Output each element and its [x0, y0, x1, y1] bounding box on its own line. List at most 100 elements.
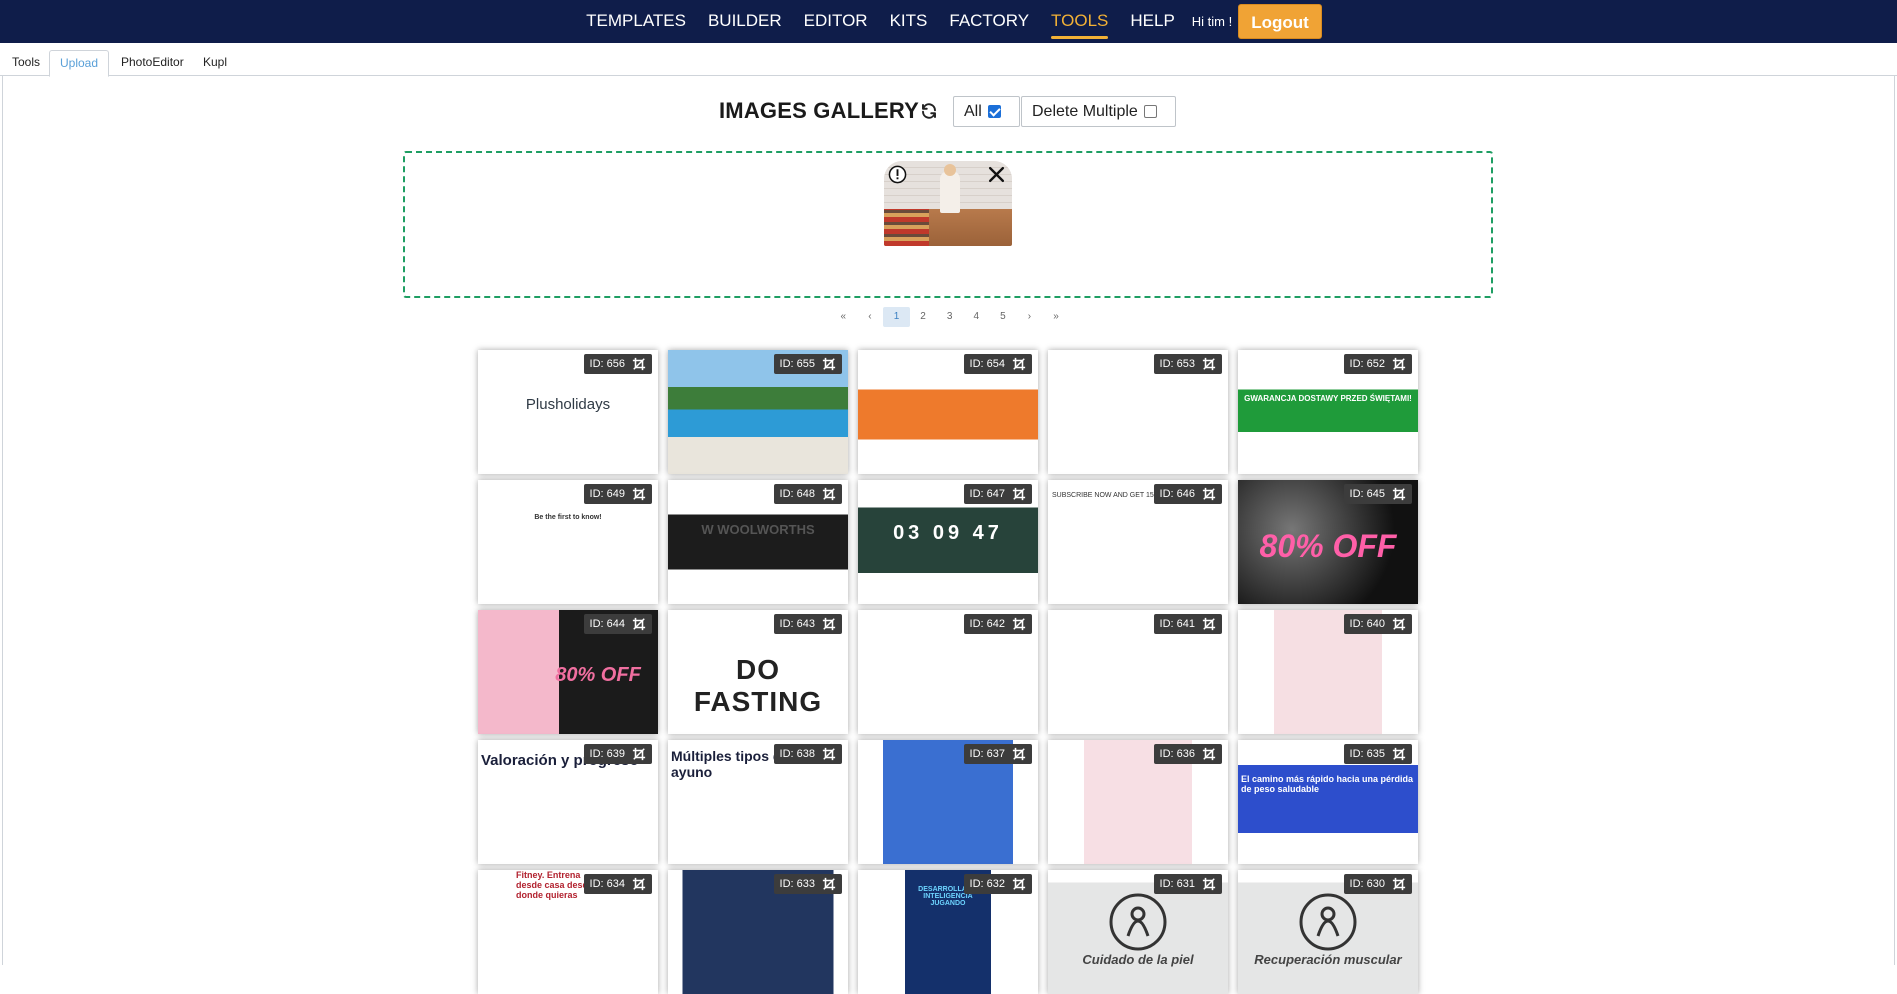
- crop-icon[interactable]: [1392, 877, 1406, 891]
- gallery-tile[interactable]: DO FASTING ID: 643: [668, 610, 848, 734]
- page-next[interactable]: ›: [1016, 307, 1043, 327]
- nav-kits[interactable]: KITS: [890, 0, 928, 43]
- page-first[interactable]: «: [830, 307, 857, 327]
- crop-icon[interactable]: [1012, 877, 1026, 891]
- gallery-tile[interactable]: ID: 655: [668, 350, 848, 474]
- page-3[interactable]: 3: [936, 307, 963, 327]
- tile-id-label: ID: 630: [1349, 878, 1385, 890]
- tab-photoeditor[interactable]: PhotoEditor: [111, 50, 194, 76]
- tile-id-badge: ID: 639: [583, 744, 652, 764]
- page-prev[interactable]: ‹: [857, 307, 884, 327]
- tile-thumbnail-text: El camino más rápido hacia una pérdida d…: [1241, 774, 1414, 794]
- tile-id-badge: ID: 642: [963, 614, 1032, 634]
- gallery-tile[interactable]: ID: 637: [858, 740, 1038, 864]
- crop-icon[interactable]: [632, 487, 646, 501]
- tile-id-badge: ID: 648: [773, 484, 842, 504]
- crop-icon[interactable]: [1012, 357, 1026, 371]
- gallery-tile[interactable]: Valoración y progreso ID: 639: [478, 740, 658, 864]
- gallery-tile[interactable]: W WOOLWORTHS ID: 648: [668, 480, 848, 604]
- gallery-tile[interactable]: ID: 642: [858, 610, 1038, 734]
- crop-icon[interactable]: [1202, 357, 1216, 371]
- delete-multiple-label: Delete Multiple: [1032, 103, 1138, 120]
- crop-icon[interactable]: [822, 617, 836, 631]
- gallery-tile[interactable]: DESARROLLA TU INTELIGENCIA JUGANDO ID: 63…: [858, 870, 1038, 994]
- crop-icon[interactable]: [1392, 617, 1406, 631]
- crop-icon[interactable]: [822, 357, 836, 371]
- crop-icon[interactable]: [632, 747, 646, 761]
- gallery-tile[interactable]: ID: 653: [1048, 350, 1228, 474]
- tile-id-badge: ID: 637: [963, 744, 1032, 764]
- crop-icon[interactable]: [1202, 487, 1216, 501]
- crop-icon[interactable]: [1202, 877, 1216, 891]
- gallery-tile[interactable]: ID: 654: [858, 350, 1038, 474]
- pagination: « ‹ 1 2 3 4 5 › »: [830, 307, 1069, 327]
- tile-id-label: ID: 653: [1159, 358, 1195, 370]
- delete-multiple-checkbox[interactable]: [1143, 105, 1157, 118]
- nav-help[interactable]: HELP: [1130, 0, 1174, 43]
- close-icon[interactable]: [988, 166, 1005, 183]
- gallery-tile[interactable]: Cuidado de la piel ID: 631: [1048, 870, 1228, 994]
- gallery-tile[interactable]: Be the first to know! ID: 649: [478, 480, 658, 604]
- gallery-tile[interactable]: SUBSCRIBE NOW AND GET 15% OFF ID: 646: [1048, 480, 1228, 604]
- tab-kupl[interactable]: Kupl: [193, 50, 237, 76]
- gallery-tile[interactable]: Fitney. Entrena desde casa desde donde q…: [478, 870, 658, 994]
- gallery-tile[interactable]: GWARANCJA DOSTAWY PRZED ŚWIĘTAMI! ID: 652: [1238, 350, 1418, 474]
- gallery-tile[interactable]: 80% OFF ID: 644: [478, 610, 658, 734]
- filter-all[interactable]: All: [953, 96, 1020, 127]
- warning-icon: [888, 165, 907, 184]
- crop-icon[interactable]: [1392, 487, 1406, 501]
- tile-id-label: ID: 640: [1349, 618, 1385, 630]
- crop-icon[interactable]: [632, 357, 646, 371]
- page-2[interactable]: 2: [910, 307, 937, 327]
- subtab-bar: Tools Upload PhotoEditor Kupl: [0, 50, 1897, 77]
- tile-id-badge: ID: 644: [583, 614, 652, 634]
- crop-icon[interactable]: [1012, 747, 1026, 761]
- filter-all-checkbox[interactable]: [987, 105, 1001, 118]
- nav-editor[interactable]: EDITOR: [804, 0, 868, 43]
- gallery-tile[interactable]: El camino más rápido hacia una pérdida d…: [1238, 740, 1418, 864]
- crop-icon[interactable]: [1392, 747, 1406, 761]
- logout-button[interactable]: Logout: [1238, 4, 1322, 39]
- tile-id-badge: ID: 640: [1343, 614, 1412, 634]
- nav-builder[interactable]: BUILDER: [708, 0, 782, 43]
- nav-templates[interactable]: TEMPLATES: [586, 0, 686, 43]
- tile-thumbnail-text: 03 09 47: [893, 522, 1003, 544]
- crop-icon[interactable]: [1202, 747, 1216, 761]
- crop-icon[interactable]: [822, 487, 836, 501]
- gallery-tile[interactable]: 80% OFF ID: 645: [1238, 480, 1418, 604]
- tile-id-badge: ID: 647: [963, 484, 1032, 504]
- crop-icon[interactable]: [632, 617, 646, 631]
- gallery-tile[interactable]: ID: 640: [1238, 610, 1418, 734]
- tile-id-label: ID: 636: [1159, 748, 1195, 760]
- tile-id-label: ID: 645: [1349, 488, 1385, 500]
- gallery-tile[interactable]: ID: 633: [668, 870, 848, 994]
- tile-id-badge: ID: 630: [1343, 874, 1412, 894]
- page-5[interactable]: 5: [990, 307, 1017, 327]
- gallery-tile[interactable]: ID: 641: [1048, 610, 1228, 734]
- tab-upload[interactable]: Upload: [49, 50, 110, 77]
- tile-id-badge: ID: 643: [773, 614, 842, 634]
- gallery-tile[interactable]: Plusholidays ID: 656: [478, 350, 658, 474]
- tab-tools[interactable]: Tools: [2, 50, 50, 76]
- tile-thumbnail-text: W WOOLWORTHS: [701, 522, 815, 537]
- crop-icon[interactable]: [1012, 487, 1026, 501]
- tile-id-label: ID: 654: [969, 358, 1005, 370]
- crop-icon[interactable]: [1012, 617, 1026, 631]
- gallery-tile[interactable]: Múltiples tipos de ayuno ID: 638: [668, 740, 848, 864]
- tile-id-label: ID: 637: [969, 748, 1005, 760]
- nav-tools[interactable]: TOOLS: [1051, 0, 1109, 43]
- nav-factory[interactable]: FACTORY: [949, 0, 1029, 43]
- crop-icon[interactable]: [632, 877, 646, 891]
- delete-multiple-toggle[interactable]: Delete Multiple: [1021, 96, 1176, 127]
- page-1[interactable]: 1: [883, 307, 910, 327]
- page-last[interactable]: »: [1043, 307, 1070, 327]
- gallery-tile[interactable]: Recuperación muscular ID: 630: [1238, 870, 1418, 994]
- crop-icon[interactable]: [1392, 357, 1406, 371]
- gallery-tile[interactable]: 03 09 47 ID: 647: [858, 480, 1038, 604]
- page-4[interactable]: 4: [963, 307, 990, 327]
- gallery-tile[interactable]: ID: 636: [1048, 740, 1228, 864]
- crop-icon[interactable]: [822, 747, 836, 761]
- crop-icon[interactable]: [1202, 617, 1216, 631]
- crop-icon[interactable]: [822, 877, 836, 891]
- refresh-icon[interactable]: [920, 102, 938, 120]
